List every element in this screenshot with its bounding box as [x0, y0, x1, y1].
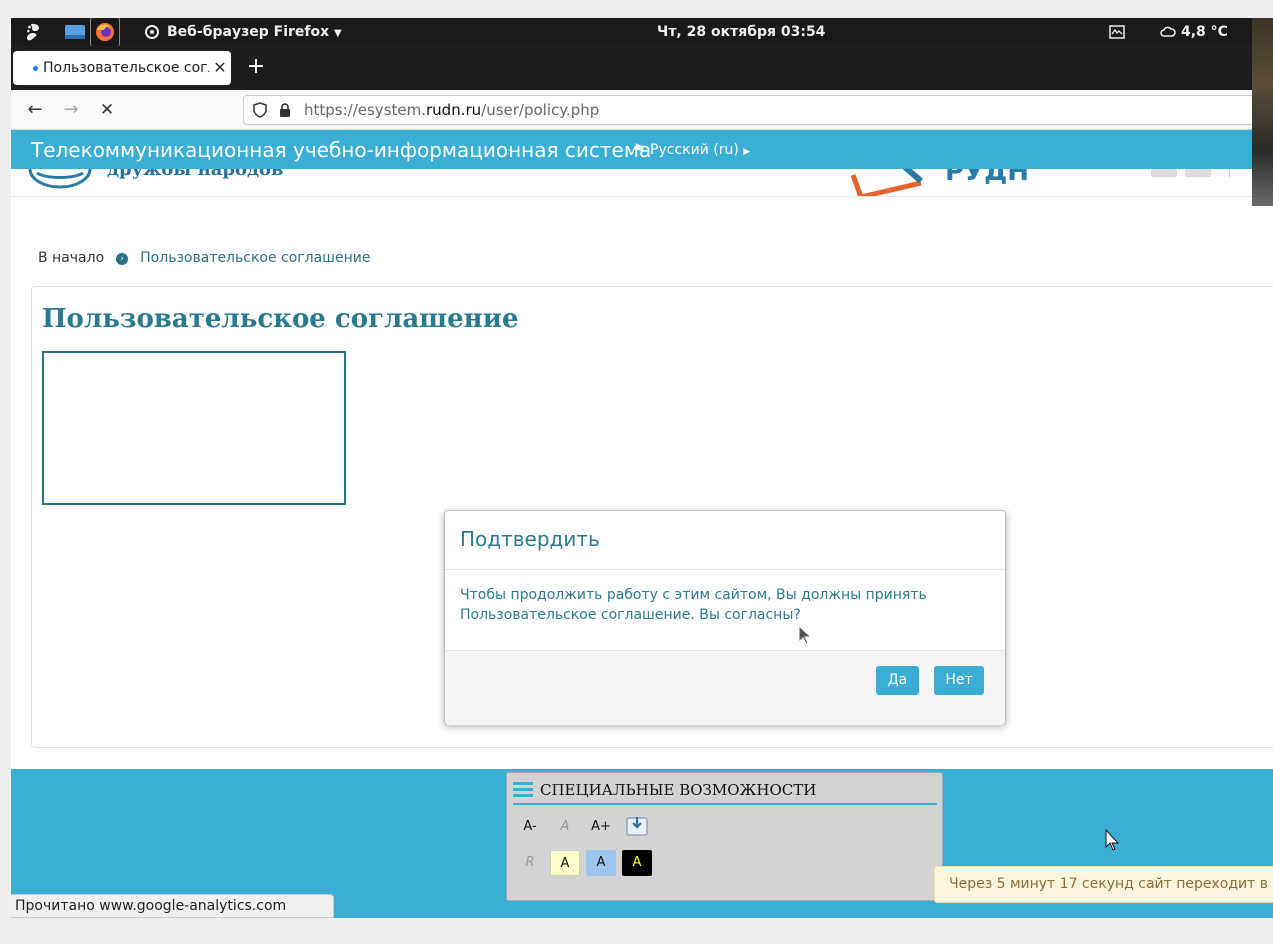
chevron-down-icon: ▼ [334, 28, 342, 39]
save-settings-icon[interactable] [622, 814, 652, 840]
dialog-message: Чтобы продолжить работу с этим сайтом, В… [460, 587, 927, 623]
new-tab-button[interactable]: + [245, 56, 267, 78]
color-scheme-yellow-button[interactable]: A [550, 850, 580, 876]
breadcrumb-current[interactable]: Пользовательское соглашение [140, 250, 370, 266]
language-menu[interactable]: ⚑ Русский (ru) ▶ [633, 130, 750, 172]
logo-bar: дружбы народов РУДН [11, 169, 1273, 197]
header-icon-button[interactable] [1185, 169, 1211, 177]
accessibility-panel: СПЕЦИАЛЬНЫЕ ВОЗМОЖНОСТИ A- A A+ R A A A [506, 772, 943, 901]
font-reset-button[interactable]: A [550, 814, 580, 840]
lock-icon[interactable] [278, 102, 292, 122]
app-menu-label: Веб-браузер Firefox [167, 24, 330, 40]
accessibility-title: СПЕЦИАЛЬНЫЕ ВОЗМОЖНОСТИ [540, 781, 817, 799]
breadcrumb-home-link[interactable]: В начало [38, 250, 104, 266]
hamburger-menu-icon[interactable] [513, 781, 533, 803]
app-menu-icon [145, 18, 159, 46]
policy-frame[interactable] [42, 351, 346, 505]
weather-icon[interactable] [1160, 18, 1176, 46]
forward-arrow-icon[interactable]: → [59, 98, 83, 122]
firefox-icon[interactable] [90, 18, 120, 47]
tracking-shield-icon[interactable] [252, 102, 268, 122]
yes-button[interactable]: Да [876, 666, 919, 695]
url-text: https://esystem.rudn.ru/user/policy.php [304, 96, 599, 124]
color-scheme-dark-button[interactable]: A [622, 850, 652, 876]
system-monitor-icon[interactable] [1109, 18, 1125, 46]
site-title[interactable]: Телекоммуникационная учебно-информационн… [31, 130, 651, 170]
files-app-icon[interactable] [64, 18, 86, 46]
accessibility-header: СПЕЦИАЛЬНЫЕ ВОЗМОЖНОСТИ [513, 779, 937, 805]
system-top-bar: Веб-браузер Firefox ▼ Чт, 28 октября 03:… [11, 18, 1273, 47]
dialog-footer: Да Нет [445, 650, 1005, 725]
no-button[interactable]: Нет [934, 666, 984, 695]
color-scheme-blue-button[interactable]: A [586, 850, 616, 876]
site-navbar: Телекоммуникационная учебно-информационн… [11, 130, 1273, 169]
webcam-preview [1252, 18, 1273, 206]
screen: Веб-браузер Firefox ▼ Чт, 28 октября 03:… [11, 18, 1273, 918]
url-domain: rudn.ru [426, 101, 482, 119]
app-menu[interactable]: Веб-браузер Firefox ▼ [167, 18, 342, 46]
page-title: Пользовательское соглашение [42, 304, 519, 334]
tab-title: Пользовательское согла [43, 60, 226, 76]
breadcrumb: В начало › Пользовательское соглашение [38, 250, 370, 266]
close-icon[interactable]: ✕ [209, 51, 231, 85]
weather-temperature[interactable]: 4,8 °C [1181, 18, 1228, 46]
font-smaller-button[interactable]: A- [515, 814, 545, 840]
back-arrow-icon[interactable]: ← [23, 98, 47, 122]
browser-tab-strip: Пользовательское согла ✕ + [11, 46, 1273, 90]
browser-status-bar: Прочитано www.google-analytics.com [11, 894, 334, 918]
gnome-activities-icon[interactable] [23, 18, 43, 46]
tab-loading-indicator [33, 66, 38, 71]
mouse-cursor-icon [798, 624, 813, 649]
flag-icon: ⚑ [633, 142, 646, 158]
rudn-logo-text: РУДН [945, 169, 1030, 187]
url-path: /user/policy.php [481, 101, 600, 119]
logo-caption: дружбы народов [107, 169, 284, 180]
confirm-dialog: Подтвердить Чтобы продолжить работу с эт… [444, 510, 1006, 725]
caret-right-icon: ▶ [743, 147, 751, 157]
session-timeout-toast: Через 5 минут 17 секунд сайт переходит в… [934, 866, 1273, 903]
mouse-cursor-icon [1105, 828, 1120, 855]
url-prefix: https://esystem. [304, 101, 426, 119]
browser-tab[interactable]: Пользовательское согла ✕ [13, 51, 231, 85]
chevron-right-icon: › [116, 253, 129, 265]
dialog-divider [445, 569, 1005, 570]
rudn-logo-icon [850, 169, 933, 196]
university-emblem-icon [27, 169, 93, 195]
language-label: Русский (ru) [650, 142, 739, 158]
font-larger-button[interactable]: A+ [586, 814, 616, 840]
clock[interactable]: Чт, 28 октября 03:54 [657, 18, 825, 46]
url-bar[interactable]: https://esystem.rudn.ru/user/policy.php [243, 95, 1273, 125]
color-reset-button[interactable]: R [515, 850, 545, 876]
header-divider [1229, 169, 1230, 177]
dialog-title: Подтвердить [460, 527, 600, 551]
header-icon-button[interactable] [1151, 169, 1177, 177]
stop-loading-icon[interactable]: ✕ [95, 98, 119, 122]
browser-nav-bar: ← → ✕ https://esystem.rudn.ru/user/polic… [11, 90, 1273, 130]
